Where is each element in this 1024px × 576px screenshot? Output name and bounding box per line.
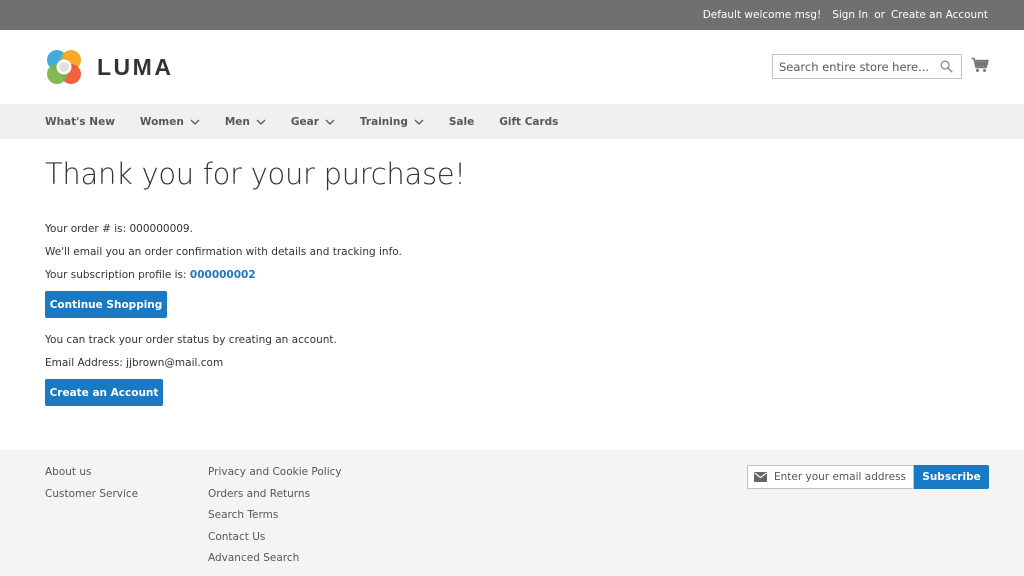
footer-link-privacy-and-cookie-policy[interactable]: Privacy and Cookie Policy <box>208 464 342 486</box>
nav-item-sale[interactable]: Sale <box>449 116 474 128</box>
store-logo[interactable]: LUMA <box>45 48 173 86</box>
search-box <box>772 54 962 79</box>
footer-links-col-2: Privacy and Cookie Policy Orders and Retu… <box>208 464 342 572</box>
header-links: Default welcome msg! Sign In or Create a… <box>703 0 988 30</box>
nav-item-label: Training <box>359 115 408 128</box>
cart-icon[interactable] <box>971 57 989 73</box>
footer-links-col-1: About us Customer Service <box>45 464 138 507</box>
chevron-down-icon <box>414 119 424 125</box>
nav-item-men[interactable]: Men <box>225 116 266 128</box>
newsletter-field <box>747 465 914 489</box>
newsletter-form: Subscribe <box>747 465 989 489</box>
subscription-profile-link[interactable]: 000000002 <box>190 269 256 281</box>
email-address-text: Email Address: jjbrown@mail.com <box>45 357 224 369</box>
nav-item-label: What's New <box>45 115 115 128</box>
footer-link-search-terms[interactable]: Search Terms <box>208 507 342 529</box>
luma-logo-icon <box>47 50 81 84</box>
subscription-text: Your subscription profile is: 000000002 <box>45 269 256 281</box>
track-order-text: You can track your order status by creat… <box>45 334 337 346</box>
footer-link-orders-and-returns[interactable]: Orders and Returns <box>208 486 342 508</box>
footer-link-customer-service[interactable]: Customer Service <box>45 486 138 508</box>
nav-item-label: Men <box>224 115 250 128</box>
subscribe-button[interactable]: Subscribe <box>914 465 989 489</box>
nav-item-label: Gift Cards <box>499 115 559 128</box>
site-header: LUMA <box>0 30 1024 104</box>
nav-item-women[interactable]: Women <box>140 116 200 128</box>
top-bar: Default welcome msg! Sign In or Create a… <box>0 0 1024 30</box>
create-account-link[interactable]: Create an Account <box>891 9 988 21</box>
nav-item-label: Gear <box>290 115 319 128</box>
site-footer: About us Customer Service Privacy and Coo… <box>0 450 1024 576</box>
nav-item-label: Sale <box>448 115 475 128</box>
welcome-message: Default welcome msg! <box>702 9 822 21</box>
logo-text: LUMA <box>97 53 174 80</box>
search-input[interactable] <box>773 55 933 78</box>
nav-item-label: Women <box>139 115 184 128</box>
continue-shopping-button[interactable]: Continue Shopping <box>45 291 167 318</box>
subscription-label: Your subscription profile is: <box>45 269 190 281</box>
page-title: Thank you for your purchase! <box>45 157 466 191</box>
footer-link-advanced-search[interactable]: Advanced Search <box>208 550 342 572</box>
footer-link-contact-us[interactable]: Contact Us <box>208 529 342 551</box>
confirmation-text: We'll email you an order confirmation wi… <box>45 246 402 258</box>
nav-item-gift-cards[interactable]: Gift Cards <box>499 116 558 128</box>
nav-item-what-s-new[interactable]: What's New <box>45 116 115 128</box>
chevron-down-icon <box>190 119 200 125</box>
envelope-icon <box>754 472 767 482</box>
nav-item-training[interactable]: Training <box>360 116 424 128</box>
newsletter-email-input[interactable] <box>774 466 912 488</box>
search-icon[interactable] <box>940 60 953 73</box>
chevron-down-icon <box>256 119 266 125</box>
nav-item-gear[interactable]: Gear <box>291 116 335 128</box>
footer-link-about-us[interactable]: About us <box>45 464 138 486</box>
sign-in-link[interactable]: Sign In <box>832 9 868 21</box>
chevron-down-icon <box>325 119 335 125</box>
order-number-text: Your order # is: 000000009. <box>45 223 193 235</box>
or-separator: or <box>874 9 885 21</box>
main-navigation: What's New Women Men Gear Training Sale Gift C… <box>0 104 1024 139</box>
create-account-button[interactable]: Create an Account <box>45 379 163 406</box>
